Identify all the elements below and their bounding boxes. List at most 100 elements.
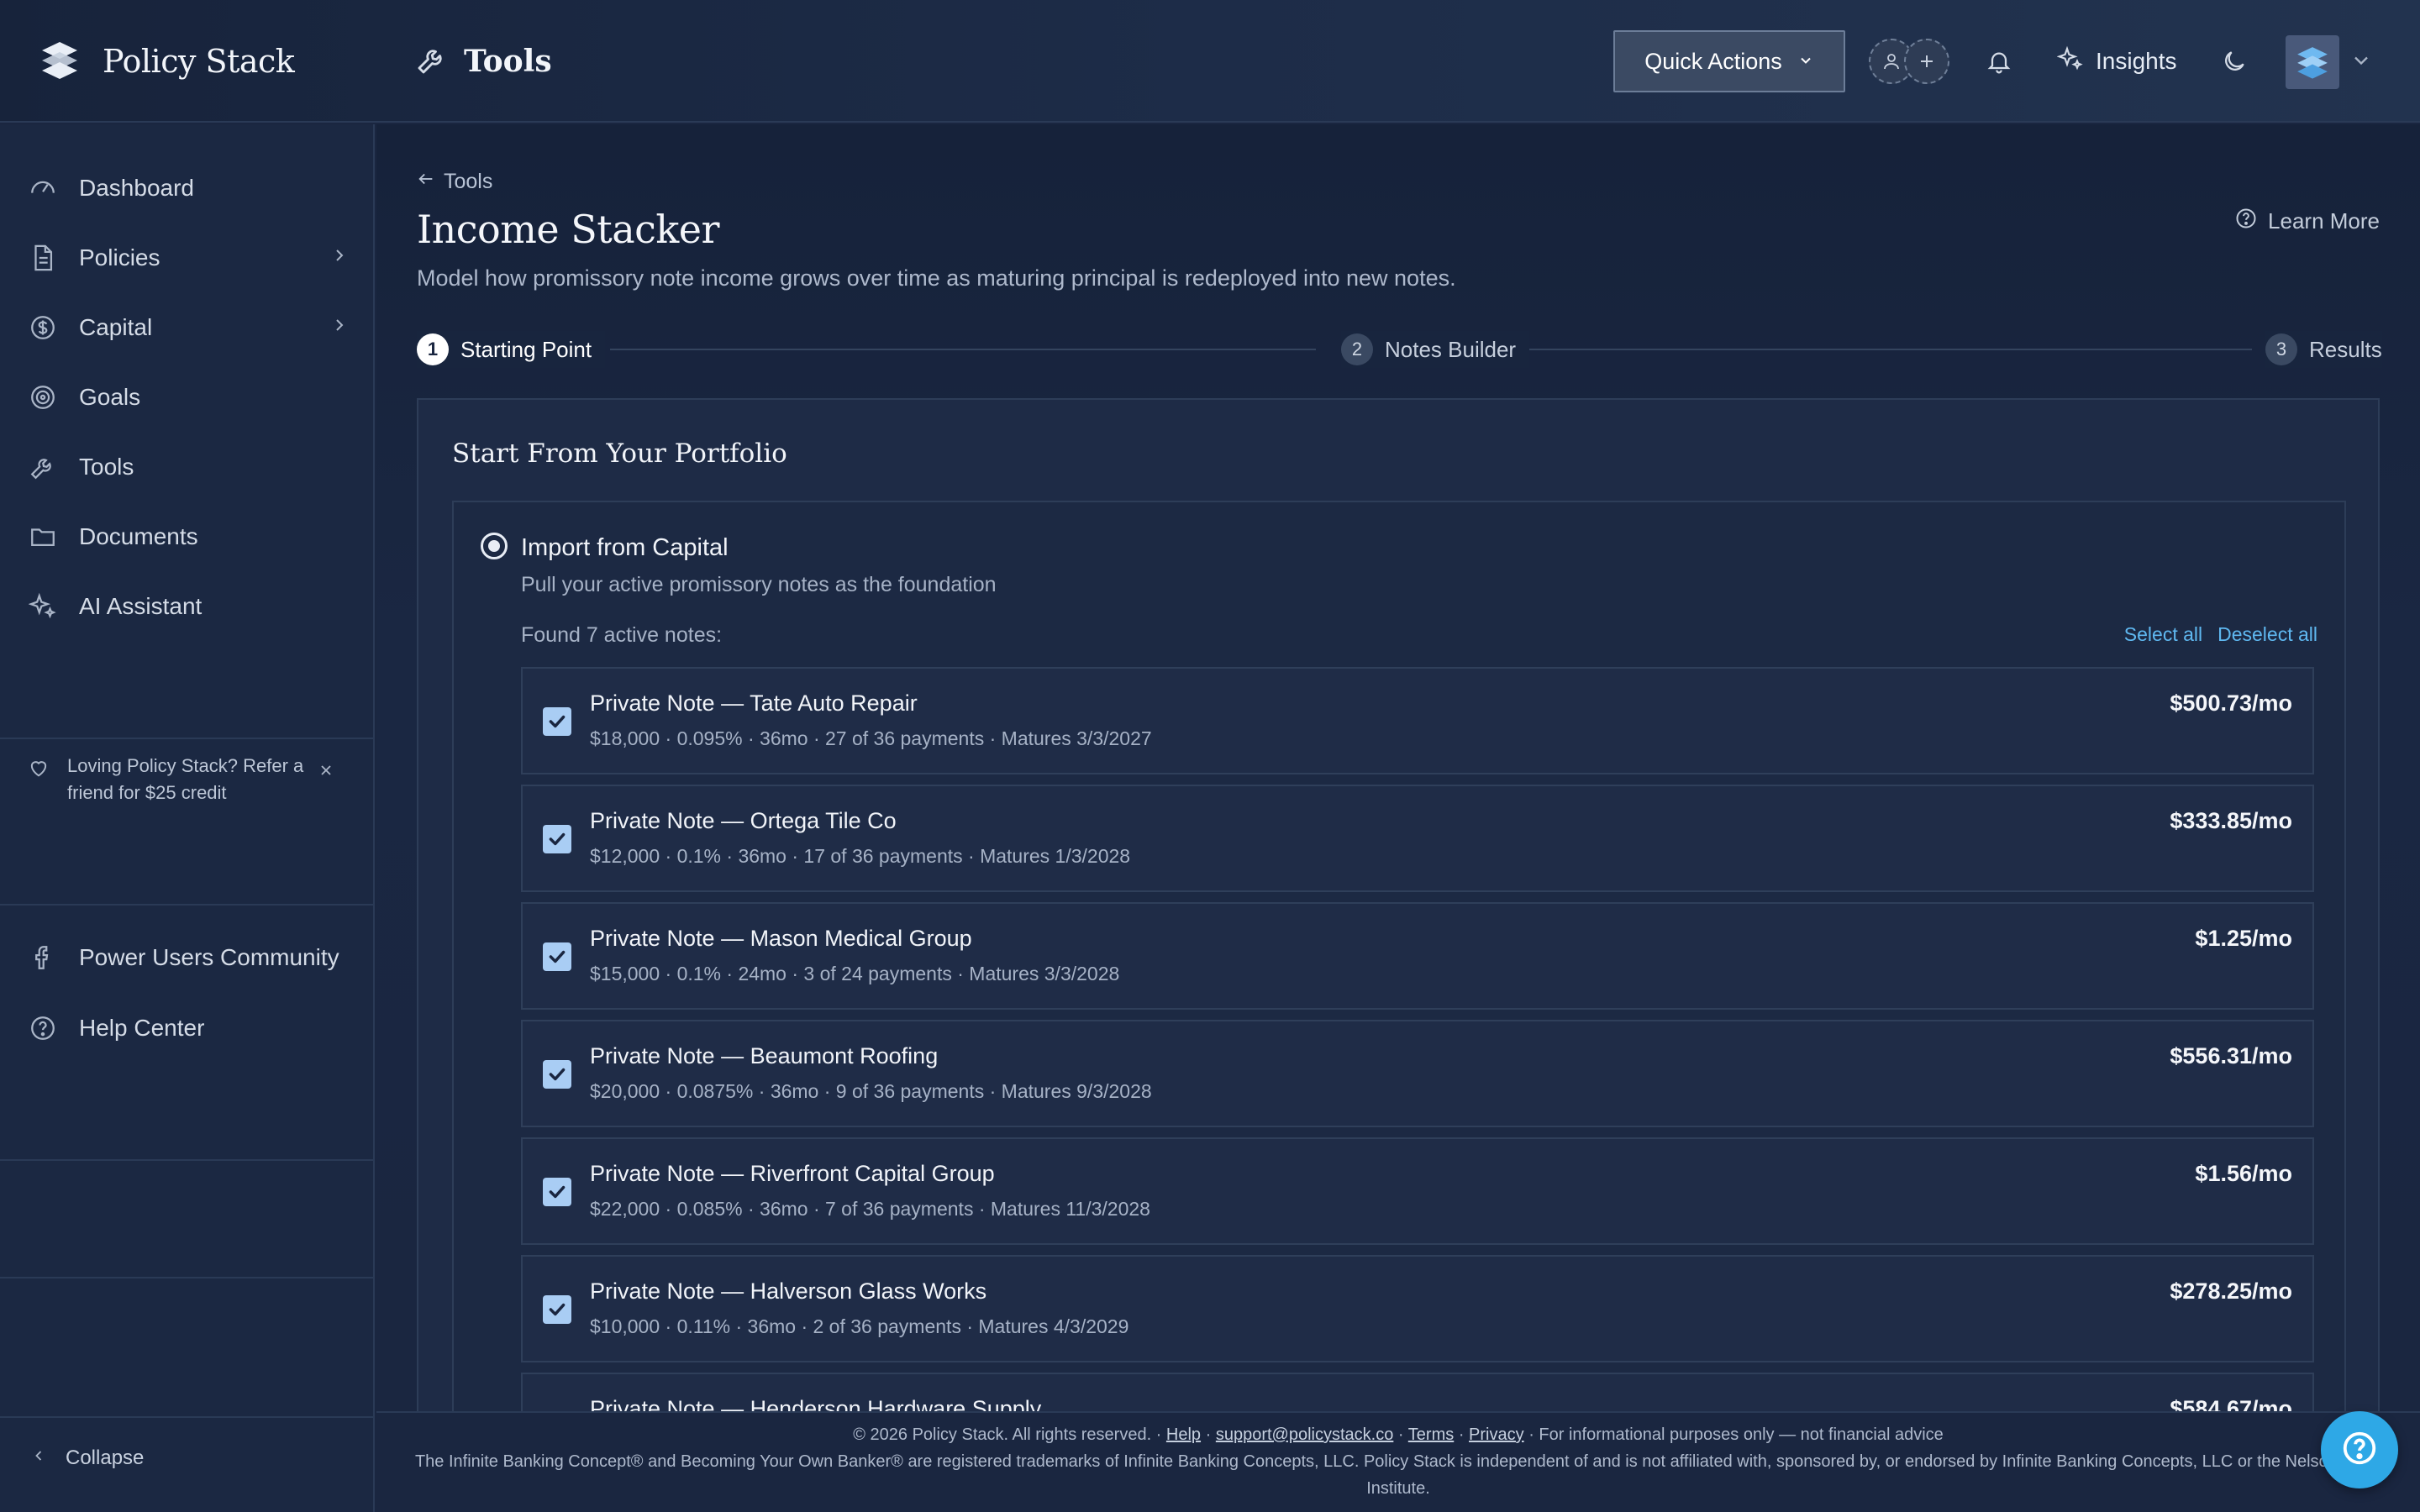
facebook-icon <box>27 942 59 974</box>
target-icon <box>27 381 59 413</box>
sparkles-icon <box>2056 45 2084 78</box>
sidebar-item-goals[interactable]: Goals <box>27 372 350 423</box>
note-row[interactable]: Private Note — Ortega Tile Co $12,000 · 0… <box>521 785 2314 892</box>
collapse-button[interactable]: Collapse <box>30 1446 144 1470</box>
footer-disclaimer: · For informational purposes only — not … <box>1528 1425 1944 1444</box>
main-content: Tools Income Stacker Model how promissor… <box>376 124 2420 1509</box>
sidebar-divider <box>0 1159 375 1161</box>
note-checkbox[interactable] <box>543 1060 571 1089</box>
chevron-left-icon <box>30 1446 47 1470</box>
note-checkbox[interactable] <box>543 825 571 853</box>
sidebar-item-label: Dashboard <box>79 175 194 201</box>
footer-help-link[interactable]: Help <box>1166 1425 1201 1444</box>
note-name: Private Note — Ortega Tile Co <box>590 808 897 833</box>
chevron-right-icon <box>329 244 350 271</box>
sidebar-item-label: AI Assistant <box>79 593 203 619</box>
add-user-icon[interactable] <box>1904 39 1949 84</box>
sidebar-item-label: Tools <box>79 454 134 480</box>
check-icon <box>549 832 566 846</box>
sidebar-item-tools[interactable]: Tools <box>27 442 350 492</box>
sidebar-item-policies[interactable]: Policies <box>27 233 350 283</box>
dollar-circle-icon <box>27 312 59 344</box>
note-name: Private Note — Riverfront Capital Group <box>590 1161 995 1186</box>
sidebar-item-label: Capital <box>79 314 153 340</box>
chevron-down-icon[interactable] <box>2349 49 2373 76</box>
footer-email-link[interactable]: support@policystack.co <box>1216 1425 1394 1444</box>
sidebar-item-dashboard[interactable]: Dashboard <box>27 163 350 213</box>
footer-privacy-link[interactable]: Privacy <box>1469 1425 1524 1444</box>
help-circle-icon <box>27 1012 59 1044</box>
note-meta: $22,000 · 0.085% · 36mo · 7 of 36 paymen… <box>590 1198 1150 1220</box>
note-checkbox[interactable] <box>543 1295 571 1324</box>
select-all-link[interactable]: Select all <box>2124 623 2202 646</box>
insights-button[interactable]: Insights <box>2056 40 2177 82</box>
step-label: Starting Point <box>460 336 592 362</box>
sidebar-divider <box>0 904 375 906</box>
note-row[interactable]: Private Note — Tate Auto Repair $18,000 ·… <box>521 667 2314 774</box>
gauge-icon <box>27 172 59 204</box>
brand[interactable]: Policy Stack <box>37 37 295 87</box>
note-row[interactable]: Private Note — Halverson Glass Works $10,… <box>521 1255 2314 1362</box>
sidebar-item-help-center[interactable]: Help Center <box>27 1003 350 1053</box>
chevron-down-icon <box>1797 49 1814 75</box>
note-amount: $500.73/mo <box>2170 690 2292 716</box>
quick-actions-button[interactable]: Quick Actions <box>1613 30 1845 92</box>
sidebar-item-ai-assistant[interactable]: AI Assistant <box>27 581 350 632</box>
team-avatars[interactable] <box>1869 39 1951 84</box>
sidebar-item-documents[interactable]: Documents <box>27 512 350 562</box>
document-icon <box>27 242 59 274</box>
note-amount: $556.31/mo <box>2170 1043 2292 1068</box>
moon-icon[interactable] <box>2215 42 2254 81</box>
back-link[interactable]: Tools <box>417 170 492 194</box>
sidebar: Dashboard Policies Capital Goals Tools D… <box>0 124 375 1512</box>
stepper: 1 Starting Point 2 Notes Builder 3 Resul… <box>417 331 2382 368</box>
sidebar-divider <box>0 738 375 739</box>
learn-more-link[interactable]: Learn More <box>2234 207 2380 236</box>
close-icon[interactable] <box>318 759 334 786</box>
note-row[interactable]: Private Note — Riverfront Capital Group $… <box>521 1137 2314 1245</box>
sidebar-item-capital[interactable]: Capital <box>27 302 350 353</box>
arrow-left-icon <box>417 170 435 194</box>
sidebar-item-community[interactable]: Power Users Community <box>27 932 350 983</box>
step-number: 3 <box>2265 333 2297 365</box>
panel-title: Start From Your Portfolio <box>452 438 787 469</box>
note-amount: $278.25/mo <box>2170 1278 2292 1304</box>
footer-separator: · <box>1458 1425 1465 1444</box>
portfolio-panel: Start From Your Portfolio Import from Ca… <box>417 398 2380 1509</box>
check-icon <box>549 1068 566 1081</box>
sidebar-item-label: Power Users Community <box>79 944 339 970</box>
avatar[interactable] <box>2286 35 2339 89</box>
logo-icon <box>37 37 82 87</box>
quick-actions-label: Quick Actions <box>1644 48 1782 74</box>
note-row[interactable]: Private Note — Beaumont Roofing $20,000 ·… <box>521 1020 2314 1127</box>
step-results[interactable]: 3 Results <box>2265 331 2382 368</box>
footer-terms-link[interactable]: Terms <box>1408 1425 1454 1444</box>
note-name: Private Note — Tate Auto Repair <box>590 690 918 716</box>
step-label: Results <box>2309 336 2382 362</box>
footer-separator: · <box>1397 1425 1404 1444</box>
note-meta: $20,000 · 0.0875% · 36mo · 9 of 36 payme… <box>590 1080 1152 1102</box>
sidebar-divider <box>0 1416 375 1418</box>
note-checkbox[interactable] <box>543 942 571 971</box>
promo-text: Loving Policy Stack? Refer a friend for … <box>67 755 304 803</box>
deselect-all-link[interactable]: Deselect all <box>2217 623 2317 646</box>
step-notes-builder[interactable]: 2 Notes Builder <box>1341 331 1530 368</box>
check-icon <box>549 1185 566 1199</box>
heart-icon <box>27 756 50 787</box>
stepper-line <box>610 349 1316 350</box>
step-number: 2 <box>1341 333 1373 365</box>
note-checkbox[interactable] <box>543 1178 571 1206</box>
step-number: 1 <box>417 333 449 365</box>
insights-label: Insights <box>2096 48 2177 74</box>
note-row[interactable]: Private Note — Mason Medical Group $15,00… <box>521 902 2314 1010</box>
footer-separator: · <box>1205 1425 1212 1444</box>
help-chat-button[interactable] <box>2321 1411 2398 1488</box>
step-starting-point[interactable]: 1 Starting Point <box>417 331 606 368</box>
note-checkbox[interactable] <box>543 707 571 736</box>
footer: © 2026 Policy Stack. All rights reserved… <box>376 1411 2420 1512</box>
note-name: Private Note — Beaumont Roofing <box>590 1043 939 1068</box>
import-option-card[interactable]: Import from Capital Pull your active pro… <box>452 501 2346 1509</box>
bell-icon[interactable] <box>1980 42 2018 81</box>
note-amount: $1.56/mo <box>2195 1161 2292 1186</box>
import-radio[interactable] <box>481 533 508 559</box>
